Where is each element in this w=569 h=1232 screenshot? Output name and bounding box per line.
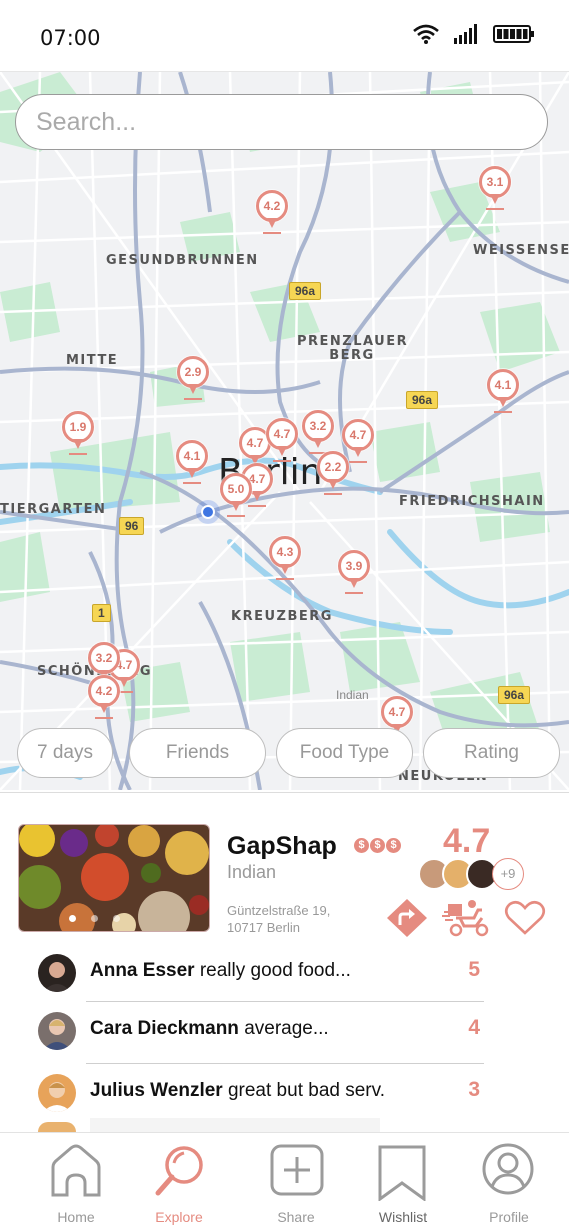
map-pin[interactable]: 3.9 <box>338 550 370 598</box>
road-shield: 96a <box>406 391 439 409</box>
map-pin[interactable]: 4.7 <box>266 418 298 466</box>
review-item[interactable]: Anna Esser really good food... 5 <box>38 950 484 998</box>
filter-chip-rating[interactable]: Rating <box>423 728 560 778</box>
review-text: Julius Wenzler great but bad serv. <box>90 1080 385 1102</box>
tab-home[interactable]: Home <box>31 1133 121 1232</box>
review-text: Anna Esser really good food... <box>90 960 351 982</box>
tab-label: Share <box>277 1209 315 1225</box>
road-shield: 96a <box>289 282 322 300</box>
district-label: KREUZBERG <box>231 609 333 624</box>
more-friends-count: +9 <box>492 858 524 890</box>
district-label: FRIEDRICHSHAIN <box>399 494 545 509</box>
tab-label: Profile <box>489 1209 529 1225</box>
tab-explore[interactable]: Explore <box>134 1133 224 1232</box>
poi-label: Indian <box>336 688 369 702</box>
reviewer-name: Julius Wenzler <box>90 1080 223 1101</box>
current-location-marker <box>196 500 220 524</box>
wifi-icon <box>413 24 439 44</box>
tab-share[interactable]: Share <box>251 1133 341 1232</box>
review-score: 3 <box>468 1078 480 1101</box>
address-line-1: Güntzelstraße 19, <box>227 903 331 918</box>
user-icon <box>482 1143 534 1195</box>
map-pin[interactable]: 2.2 <box>317 451 349 499</box>
battery-icon <box>493 25 534 43</box>
map-pin[interactable]: 3.1 <box>479 166 511 214</box>
review-snippet: really good food... <box>199 960 351 981</box>
map-pin[interactable]: 1.9 <box>62 411 94 459</box>
tab-bar: Home Explore Share Wishlist Profile <box>0 1132 569 1232</box>
restaurant-rating: 4.7 <box>443 822 491 860</box>
heart-icon[interactable] <box>504 900 546 936</box>
map-pin[interactable]: 4.3 <box>269 536 301 584</box>
price-symbol: $ <box>370 838 385 853</box>
filter-chip-friends[interactable]: Friends <box>129 728 266 778</box>
filter-chip-food-type[interactable]: Food Type <box>276 728 413 778</box>
map-pin[interactable]: 4.2 <box>256 190 288 238</box>
tab-profile[interactable]: Profile <box>464 1133 554 1232</box>
map-pin[interactable]: 4.1 <box>487 369 519 417</box>
road-shield: 96 <box>119 517 145 535</box>
district-label: PRENZLAUER BERG <box>297 334 409 363</box>
restaurant-photo-carousel[interactable] <box>18 824 210 932</box>
divider <box>86 1063 484 1064</box>
status-bar: 07:00 <box>0 0 569 72</box>
filter-chip-7-days[interactable]: 7 days <box>17 728 113 778</box>
divider <box>86 1001 484 1002</box>
avatar <box>38 1122 76 1132</box>
carousel-dot[interactable] <box>113 915 120 922</box>
district-label: MITTE <box>66 353 119 368</box>
map-pin[interactable]: 4.2 <box>88 675 120 723</box>
reviewer-name: Cara Dieckmann <box>90 1018 239 1039</box>
bookmark-icon <box>378 1145 426 1201</box>
carousel-dot-active[interactable] <box>69 915 76 922</box>
review-snippet: great but bad serv. <box>227 1080 385 1101</box>
search-input[interactable]: Search... <box>15 94 548 150</box>
road-shield: 96a <box>498 686 531 704</box>
delivery-icon[interactable] <box>442 898 492 938</box>
directions-icon[interactable] <box>385 898 429 938</box>
tab-wishlist[interactable]: Wishlist <box>358 1133 448 1232</box>
avatar <box>38 1012 76 1050</box>
tab-label: Explore <box>155 1209 203 1225</box>
map-pin[interactable]: 2.9 <box>177 356 209 404</box>
review-item[interactable]: Julius Wenzler great but bad serv. 3 <box>38 1070 484 1118</box>
tab-label: Wishlist <box>378 1209 428 1225</box>
district-label: WEISSENSEE <box>473 243 569 258</box>
restaurant-cuisine: Indian <box>227 862 277 882</box>
map-pin[interactable]: 5.0 <box>220 473 252 521</box>
review-placeholder <box>90 1118 380 1132</box>
signal-icon <box>454 24 477 44</box>
reviewer-name: Anna Esser <box>90 960 195 981</box>
restaurant-name: GapShap <box>227 832 337 860</box>
district-label: TIERGARTEN <box>0 502 107 517</box>
home-icon <box>51 1144 101 1197</box>
review-score: 5 <box>468 958 480 981</box>
review-score: 4 <box>468 1016 480 1039</box>
review-snippet: average... <box>244 1018 329 1039</box>
avatar <box>38 1074 76 1112</box>
price-level: $ $ $ <box>354 838 401 853</box>
price-symbol: $ <box>354 838 369 853</box>
price-symbol: $ <box>386 838 401 853</box>
restaurant-address: Güntzelstraße 19, 10717 Berlin <box>227 902 357 936</box>
friends-who-rated[interactable]: +9 <box>418 858 524 890</box>
carousel-dot[interactable] <box>91 915 98 922</box>
review-item[interactable]: Cara Dieckmann average... 4 <box>38 1008 484 1056</box>
map-pin[interactable]: 4.1 <box>176 440 208 488</box>
magnifier-icon <box>155 1146 203 1196</box>
review-text: Cara Dieckmann average... <box>90 1018 329 1040</box>
district-label: GESUNDBRUNNEN <box>106 253 259 268</box>
plus-square-icon <box>270 1144 324 1196</box>
address-line-2: 10717 Berlin <box>227 920 300 935</box>
avatar <box>38 954 76 992</box>
status-time: 07:00 <box>40 26 101 50</box>
road-shield: 1 <box>92 604 111 622</box>
map-view[interactable]: GESUNDBRUNNEN WEISSENSEE PRENZLAUER BERG… <box>0 72 569 790</box>
tab-label: Home <box>57 1209 95 1225</box>
